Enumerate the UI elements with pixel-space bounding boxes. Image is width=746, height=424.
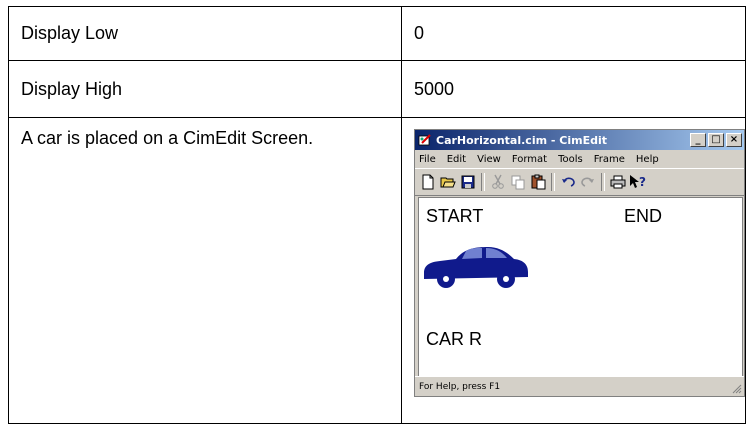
menu-edit[interactable]: Edit: [447, 154, 466, 165]
row-label: Display High: [8, 60, 402, 118]
close-button[interactable]: ×: [726, 133, 742, 147]
print-icon[interactable]: [608, 172, 628, 192]
svg-text:?: ?: [639, 175, 646, 189]
status-bar: For Help, press F1: [415, 376, 744, 396]
properties-table: Display Low 0 Display High 5000 A car is…: [8, 6, 746, 424]
table-row: Display High 5000: [8, 60, 746, 118]
table-row: Display Low 0: [8, 6, 746, 61]
window-title: CarHorizontal.cim - CimEdit: [436, 133, 607, 147]
status-text: For Help, press F1: [419, 381, 501, 392]
table-row: A car is placed on a CimEdit Screen. Car…: [8, 117, 746, 424]
undo-icon[interactable]: [558, 172, 578, 192]
cut-icon[interactable]: [488, 172, 508, 192]
menu-format[interactable]: Format: [512, 154, 547, 165]
row-description: A car is placed on a CimEdit Screen.: [8, 117, 402, 424]
start-label: START: [426, 206, 484, 226]
toolbar-separator: [601, 173, 605, 191]
car-r-label: CAR R: [426, 329, 483, 349]
copy-icon[interactable]: [508, 172, 528, 192]
menu-view[interactable]: View: [477, 154, 501, 165]
row-value: 5000: [401, 60, 746, 118]
minimize-button[interactable]: _: [690, 133, 706, 147]
open-icon[interactable]: [438, 172, 458, 192]
menu-help[interactable]: Help: [636, 154, 659, 165]
end-label: END: [624, 206, 663, 226]
screenshot-cell: CarHorizontal.cim - CimEdit _ □ × File E…: [401, 117, 746, 424]
car-icon[interactable]: [422, 245, 530, 291]
help-pointer-icon[interactable]: ?: [628, 172, 648, 192]
toolbar-separator: [551, 173, 555, 191]
toolbar-separator: [481, 173, 485, 191]
menu-bar: File Edit View Format Tools Frame Help: [415, 150, 744, 168]
menu-tools[interactable]: Tools: [558, 154, 583, 165]
paste-icon[interactable]: [528, 172, 548, 192]
window-controls: _ □ ×: [688, 133, 742, 147]
toolbar: ?: [415, 168, 744, 196]
cimedit-window: CarHorizontal.cim - CimEdit _ □ × File E…: [414, 129, 745, 397]
redo-icon[interactable]: [578, 172, 598, 192]
menu-file[interactable]: File: [419, 154, 436, 165]
row-label: Display Low: [8, 6, 402, 61]
row-value: 0: [401, 6, 746, 61]
cimedit-canvas[interactable]: START END CAR R: [418, 197, 743, 377]
save-icon[interactable]: [458, 172, 478, 192]
resize-grip-icon[interactable]: [732, 384, 742, 394]
menu-frame[interactable]: Frame: [594, 154, 625, 165]
cimedit-app-icon: [418, 134, 431, 146]
title-bar[interactable]: CarHorizontal.cim - CimEdit _ □ ×: [415, 130, 744, 150]
new-icon[interactable]: [418, 172, 438, 192]
maximize-button[interactable]: □: [708, 133, 724, 147]
